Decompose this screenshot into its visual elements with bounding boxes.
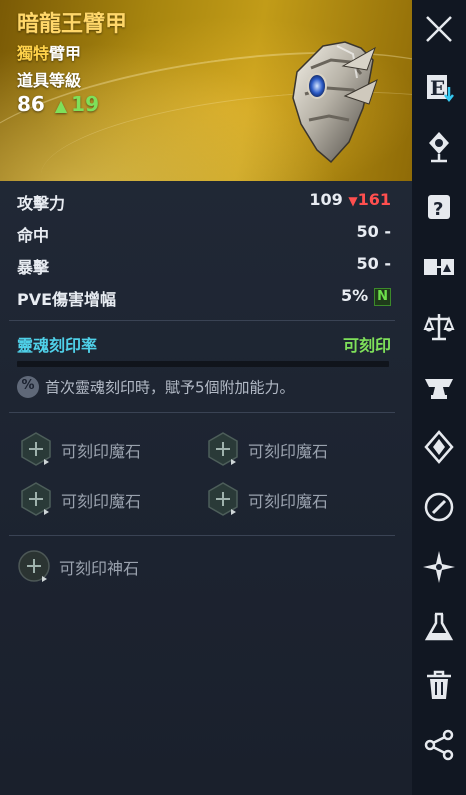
appraise-button[interactable]: ? [412, 182, 466, 232]
compare-button[interactable] [412, 242, 466, 292]
trade-button[interactable] [412, 302, 466, 352]
stats-list: 攻擊力 109 ▼161 命中 50 - 暴擊 50 - PVE傷害增幅 5% N [17, 190, 391, 318]
arrow-up-icon: ▲ [54, 96, 68, 115]
star-icon [423, 551, 455, 583]
stat-row-hit: 命中 50 - [17, 222, 391, 254]
link-button[interactable] [412, 482, 466, 532]
balance-icon [423, 314, 455, 341]
divider [9, 535, 395, 536]
link-icon [424, 492, 454, 522]
socket-plus-icon [18, 550, 50, 582]
equip-button[interactable]: E [412, 62, 466, 112]
new-badge: N [374, 288, 391, 306]
stat-value: 50 - [356, 222, 391, 241]
stat-change: 161 [357, 190, 391, 209]
equip-icon: E [427, 75, 454, 103]
stat-row-crit: 暴擊 50 - [17, 254, 391, 286]
slot-label: 可刻印神石 [59, 559, 140, 578]
delete-button[interactable] [412, 660, 466, 710]
compare-icon [424, 259, 454, 275]
close-button[interactable] [412, 4, 466, 54]
item-grade: 獨特臂甲 [17, 40, 81, 64]
socket-plus-icon [21, 482, 51, 516]
slot-label: 可刻印魔石 [248, 492, 329, 511]
stat-name: 命中 [17, 226, 50, 245]
arrow-down-icon: ▼ [348, 194, 358, 208]
anvil-icon [425, 379, 453, 399]
stat-name: 攻擊力 [17, 194, 66, 213]
socket-plus-icon [21, 432, 51, 466]
item-level-up: 19 [71, 92, 99, 116]
stat-value: 50 - [356, 254, 391, 273]
stat-name: 暴擊 [17, 258, 50, 277]
slot-label: 可刻印魔石 [248, 442, 329, 461]
item-level-label: 道具等級 [17, 71, 82, 90]
svg-text:E: E [430, 76, 445, 100]
trash-icon [427, 670, 451, 699]
soul-engrave-row: 靈魂刻印率 可刻印 [17, 332, 391, 356]
item-header: 暗龍王臂甲 獨特臂甲 道具等級 86 ▲ 19 [0, 0, 412, 181]
close-icon [426, 16, 452, 42]
socket-plus-icon [208, 432, 238, 466]
item-type: 臂甲 [49, 44, 82, 63]
stat-value: 109 ▼161 [309, 190, 391, 209]
stat-current: 109 [309, 190, 343, 209]
item-level: 86 ▲ 19 [17, 92, 99, 116]
upgrade-icon [429, 132, 449, 163]
bracer-item-image [292, 41, 378, 164]
flask-icon [424, 612, 454, 641]
note-text: 首次靈魂刻印時，賦予5個附加能力。 [45, 378, 295, 397]
enchant-button[interactable] [412, 422, 466, 472]
item-level-value: 86 [17, 92, 45, 116]
stat-current: 5% [340, 286, 369, 305]
stat-row-pve: PVE傷害增幅 5% N [17, 286, 391, 318]
soul-engrave-progress [17, 361, 389, 367]
slot-label: 可刻印魔石 [61, 492, 142, 511]
slot-label: 可刻印魔石 [61, 442, 142, 461]
soul-engrave-label: 靈魂刻印率 [17, 336, 98, 355]
item-tooltip-panel: 暗龍王臂甲 獨特臂甲 道具等級 86 ▲ 19 攻擊力 109 ▼161 命中 … [0, 0, 412, 795]
percent-icon: % [17, 376, 39, 398]
divider [9, 412, 395, 413]
stat-name: PVE傷害增幅 [17, 290, 117, 309]
enchant-icon [424, 430, 454, 464]
awaken-button[interactable] [412, 542, 466, 592]
stat-value: 5% N [341, 286, 391, 306]
item-rarity: 獨特 [17, 44, 50, 63]
alchemy-button[interactable] [412, 602, 466, 652]
soul-engrave-note: % 首次靈魂刻印時，賦予5個附加能力。 [17, 376, 295, 402]
divider [9, 320, 395, 321]
svg-text:?: ? [433, 199, 443, 220]
share-button[interactable] [412, 720, 466, 770]
upgrade-button[interactable] [412, 122, 466, 172]
item-name: 暗龍王臂甲 [17, 12, 128, 37]
scroll-icon: ? [428, 195, 450, 220]
craft-button[interactable] [412, 362, 466, 412]
stat-row-attack: 攻擊力 109 ▼161 [17, 190, 391, 222]
action-sidebar: E ? [412, 0, 466, 795]
soul-engrave-status: 可刻印 [342, 336, 391, 355]
share-icon [424, 729, 454, 761]
socket-plus-icon [208, 482, 238, 516]
